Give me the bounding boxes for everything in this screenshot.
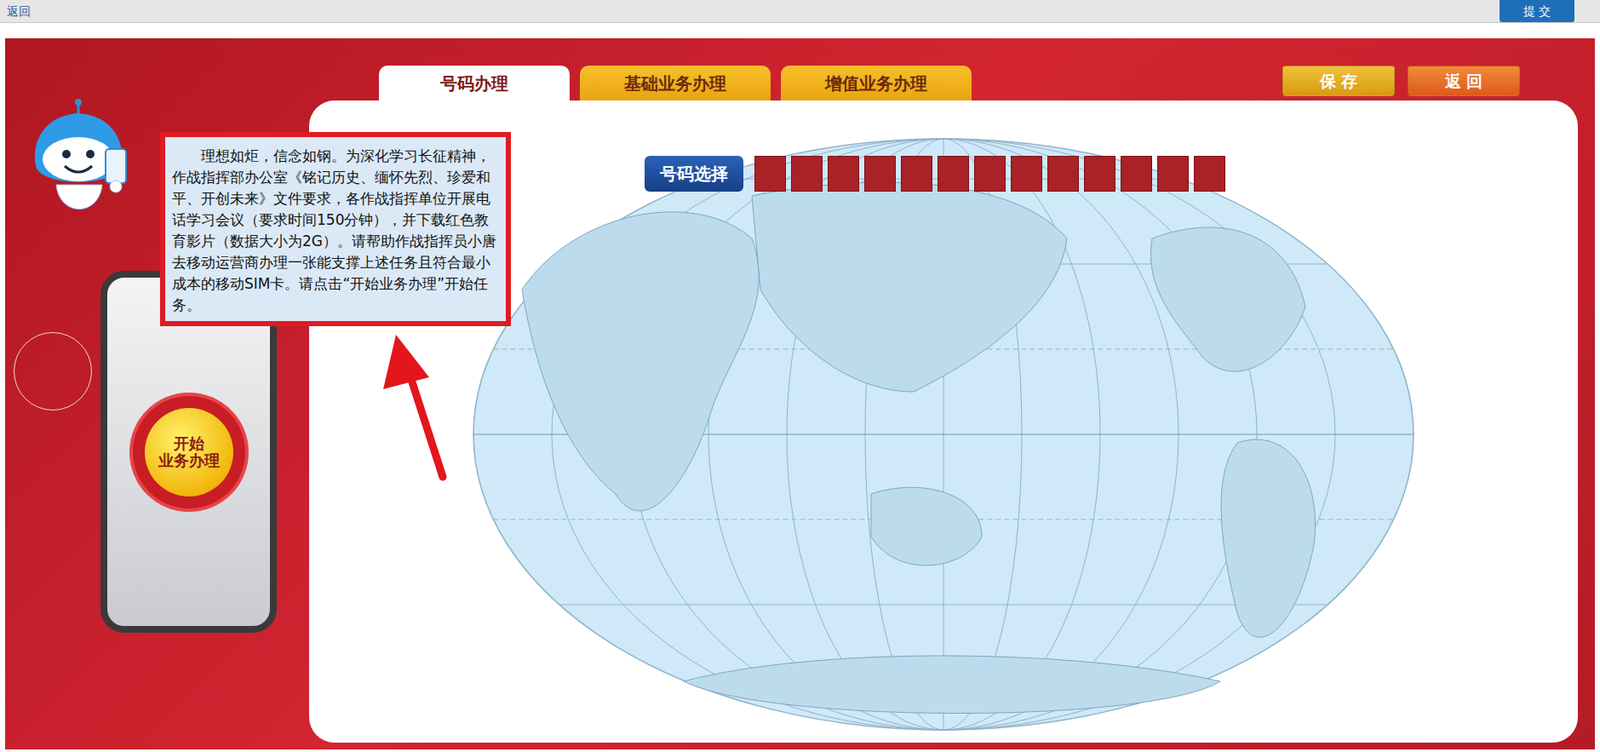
number-slot[interactable] [1193, 155, 1226, 192]
back-link[interactable]: 返回 [6, 0, 31, 23]
number-slot[interactable] [827, 155, 860, 192]
tab[interactable]: 号码办理 [378, 65, 570, 101]
number-slot[interactable] [1157, 155, 1189, 192]
tab[interactable]: 基础业务办理 [579, 65, 771, 101]
top-bar: 返回 提 交 [0, 0, 1600, 23]
instruction-box: 理想如炬，信念如钢。为深化学习长征精神，作战指挥部办公室《铭记历史、缅怀先烈、珍… [160, 131, 511, 327]
number-slot[interactable] [937, 155, 970, 192]
start-button-face[interactable]: 开始业务办理 [144, 407, 234, 497]
tabs: 号码办理基础业务办理增值业务办理 [378, 65, 982, 101]
number-slot[interactable] [1120, 155, 1153, 192]
number-slot[interactable] [900, 155, 933, 192]
number-selection-label: 号码选择 [644, 155, 744, 192]
red-arrow-icon [362, 319, 474, 490]
stage: 号码办理基础业务办理增值业务办理 保 存返 回号码选择开始业务办理 理想如炬，信念如… [5, 38, 1595, 750]
action-buttons: 保 存返 回 [1269, 65, 1520, 97]
start-button[interactable]: 开始业务办理 [132, 395, 246, 509]
number-slot[interactable] [864, 155, 896, 192]
start-button-text[interactable]: 开始 [173, 435, 205, 453]
number-selection: 号码选择 [644, 155, 1226, 192]
start-button-text[interactable]: 业务办理 [158, 452, 220, 470]
world-map [470, 136, 1417, 733]
number-slot[interactable] [1083, 155, 1116, 192]
number-slot[interactable] [974, 155, 1006, 192]
number-slot[interactable] [1010, 155, 1043, 192]
return-button[interactable]: 返 回 [1407, 65, 1520, 97]
number-slot[interactable] [754, 155, 786, 192]
number-slot[interactable] [791, 155, 823, 192]
tab[interactable]: 增值业务办理 [780, 65, 972, 101]
save-button[interactable]: 保 存 [1282, 65, 1395, 97]
deco-circle [13, 332, 92, 411]
number-slot[interactable] [1047, 155, 1079, 192]
submit-button[interactable]: 提 交 [1499, 0, 1575, 23]
tab-row: 号码办理基础业务办理增值业务办理 保 存返 回 [309, 65, 1578, 101]
robot-mascot-icon [25, 97, 145, 235]
